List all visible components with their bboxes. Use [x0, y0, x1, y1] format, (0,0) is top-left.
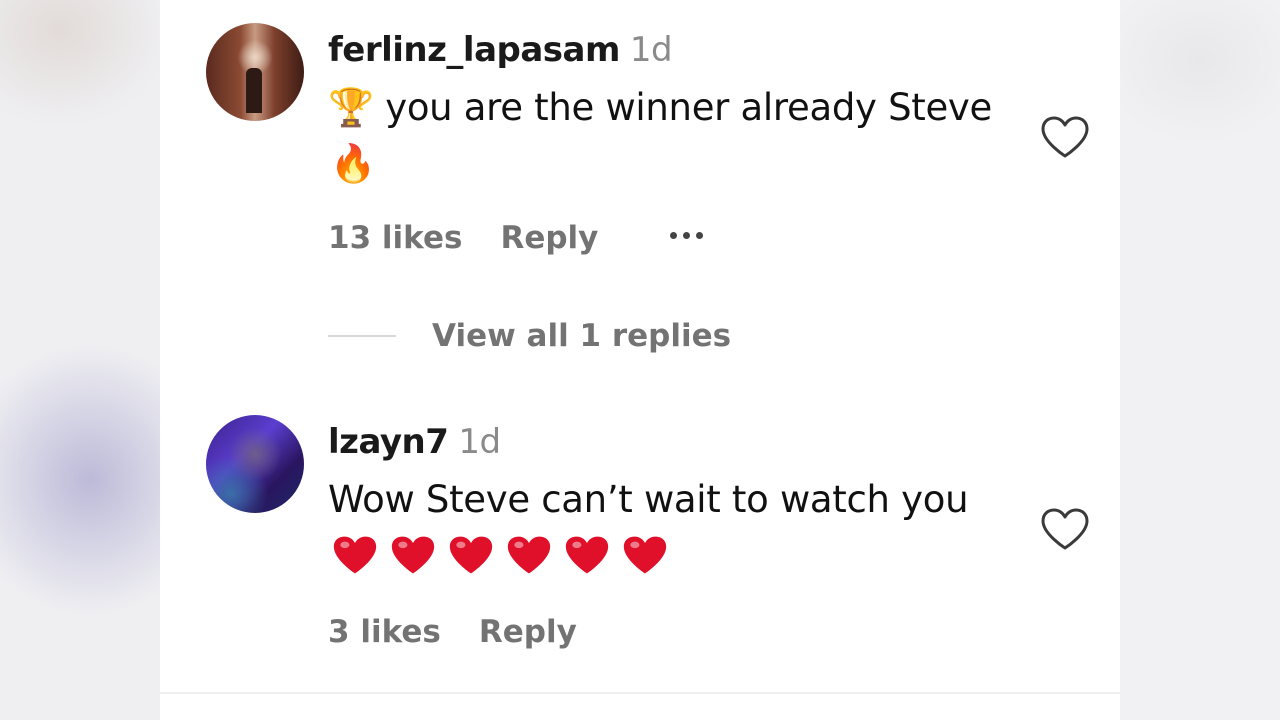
red-heart-emoji — [623, 536, 667, 574]
red-heart-emoji — [507, 536, 551, 574]
reply-button[interactable]: Reply — [500, 220, 598, 256]
comment-meta: 13 likes Reply — [328, 220, 704, 256]
likes-count[interactable]: 13 likes — [328, 220, 462, 256]
comment-text: 🏆 you are the winner already Steve — [328, 86, 992, 129]
red-heart-emoji — [449, 536, 493, 574]
username-text[interactable]: lzayn7 — [328, 422, 449, 462]
red-heart-emoji — [565, 536, 609, 574]
comment-username[interactable]: lzayn7 1d — [328, 422, 501, 462]
blurred-background-right — [1120, 0, 1280, 720]
comment-timestamp: 1d — [458, 422, 501, 462]
avatar[interactable] — [206, 23, 304, 121]
comment-timestamp: 1d — [629, 30, 673, 70]
red-heart-emoji — [333, 536, 377, 574]
comment-text: Wow Steve can’t wait to watch you — [328, 478, 969, 521]
panel-divider — [160, 692, 1120, 694]
username-text[interactable]: ferlinz_lapasam — [328, 30, 620, 70]
comment-text-line2: 🔥 — [330, 142, 376, 185]
comment-username[interactable]: ferlinz_lapasam 1d — [328, 30, 673, 70]
view-replies-button[interactable]: View all 1 replies — [328, 318, 731, 354]
comments-panel: ferlinz_lapasam 1d 🏆 you are the winner a… — [160, 0, 1120, 720]
likes-count[interactable]: 3 likes — [328, 614, 441, 650]
more-options-icon[interactable] — [670, 231, 704, 245]
like-heart-icon[interactable] — [1040, 507, 1090, 551]
avatar[interactable] — [206, 415, 304, 513]
comment-meta: 3 likes Reply — [328, 614, 577, 650]
view-replies-label[interactable]: View all 1 replies — [432, 318, 731, 354]
red-heart-emoji — [391, 536, 435, 574]
heart-emoji-row — [332, 534, 668, 576]
blurred-background-left — [0, 0, 160, 720]
like-heart-icon[interactable] — [1040, 115, 1090, 159]
replies-divider — [328, 335, 396, 337]
reply-button[interactable]: Reply — [479, 614, 577, 650]
